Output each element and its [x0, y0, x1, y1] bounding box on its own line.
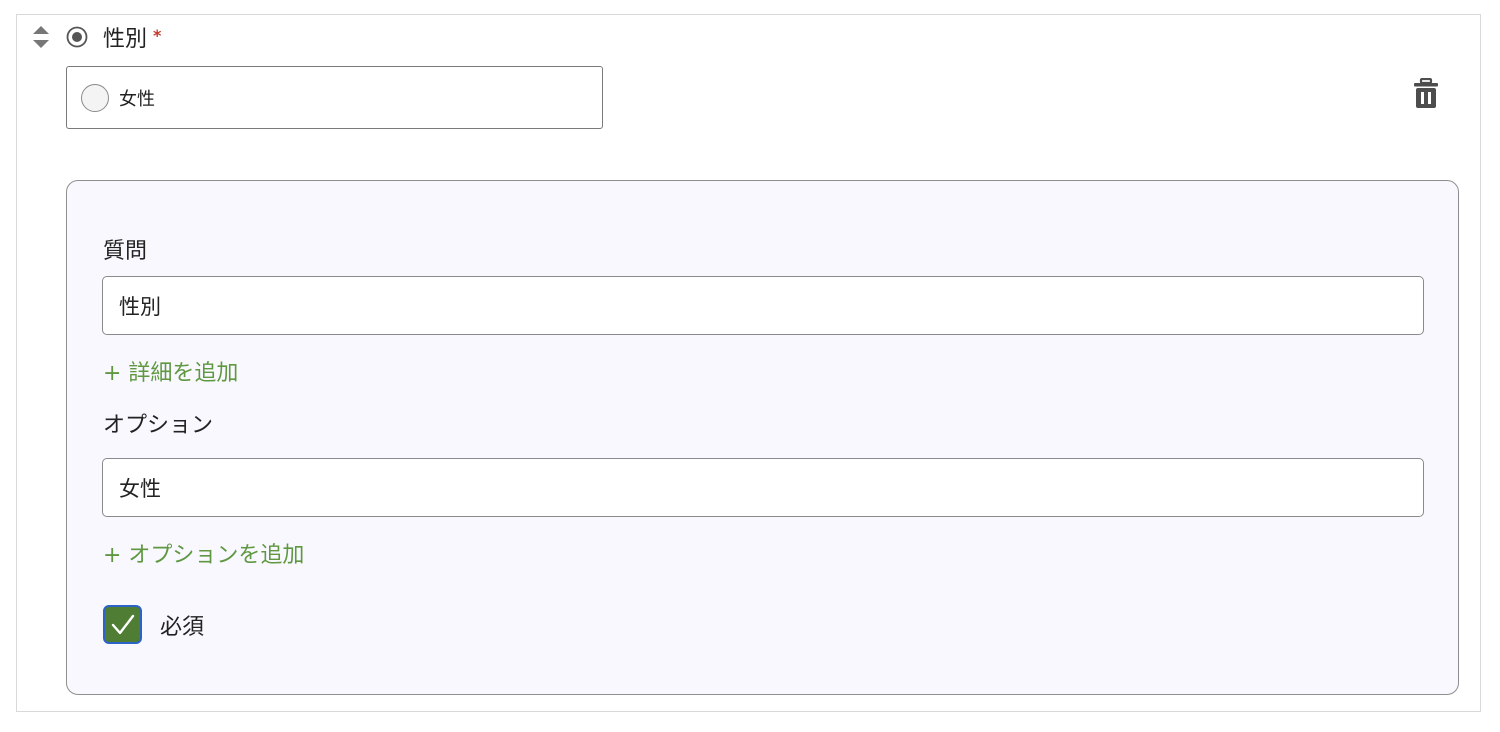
question-title-row: 性別 * [103, 21, 161, 53]
preview-option[interactable]: 女性 [66, 66, 603, 129]
radio-button-icon [66, 26, 88, 48]
option-input[interactable] [102, 458, 1424, 517]
question-field-label: 質問 [103, 239, 148, 264]
drag-handle-icon[interactable] [32, 25, 50, 49]
options-field-label: オプション [103, 413, 214, 438]
question-title: 性別 [103, 27, 148, 52]
add-detail-link[interactable]: + 詳細を追加 [103, 355, 238, 387]
trash-icon [1412, 77, 1440, 114]
preview-radio[interactable] [81, 83, 109, 112]
question-editor-panel: 質問 + 詳細を追加 オプション + オプションを追加 必須 [66, 180, 1459, 695]
question-input[interactable] [102, 276, 1424, 335]
required-label: 必須 [160, 614, 205, 640]
delete-question-button[interactable] [1412, 77, 1440, 110]
checkmark-icon [105, 614, 140, 646]
required-marker: * [153, 25, 162, 45]
required-checkbox[interactable] [103, 605, 142, 644]
preview-option-label: 女性 [119, 88, 155, 110]
add-option-link[interactable]: + オプションを追加 [103, 537, 304, 569]
